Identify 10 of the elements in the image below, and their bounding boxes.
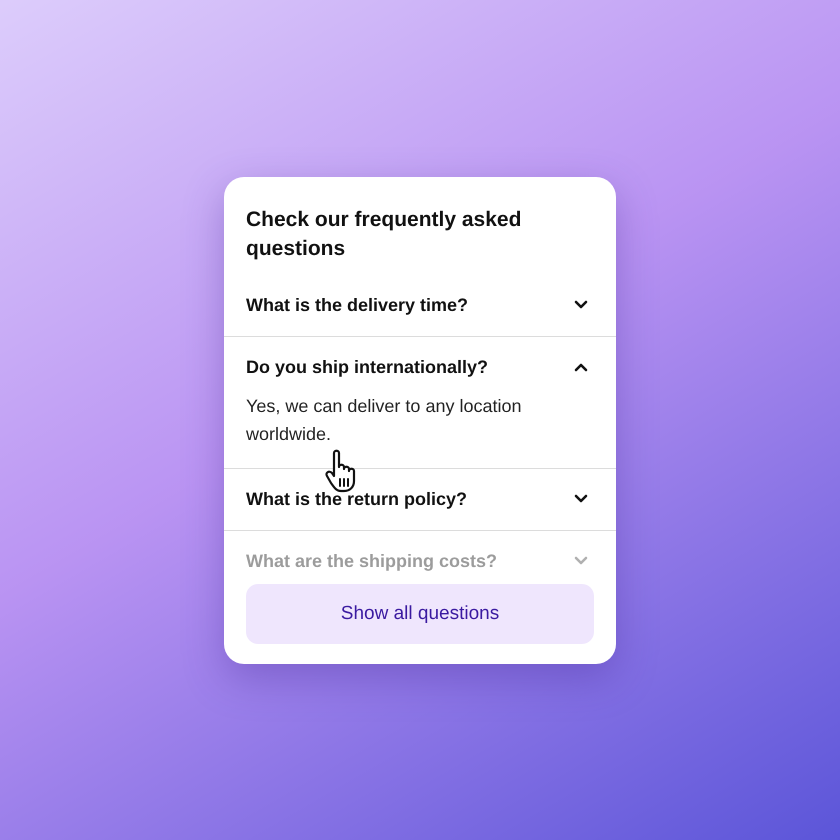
show-all-button[interactable]: Show all questions [246, 584, 594, 644]
faq-question[interactable]: Do you ship internationally? [224, 356, 616, 378]
faq-question[interactable]: What is the return policy? [224, 488, 616, 510]
card-title: Check our frequently asked questions [246, 206, 522, 262]
chevron-up-icon [574, 362, 588, 372]
chevron-down-icon [574, 556, 588, 566]
chevron-down-icon [574, 300, 588, 310]
faq-question[interactable]: What is the delivery time? [224, 294, 616, 316]
chevron-down-icon [574, 494, 588, 504]
faq-answer: Yes, we can deliver to any location worldwide. [246, 394, 523, 446]
